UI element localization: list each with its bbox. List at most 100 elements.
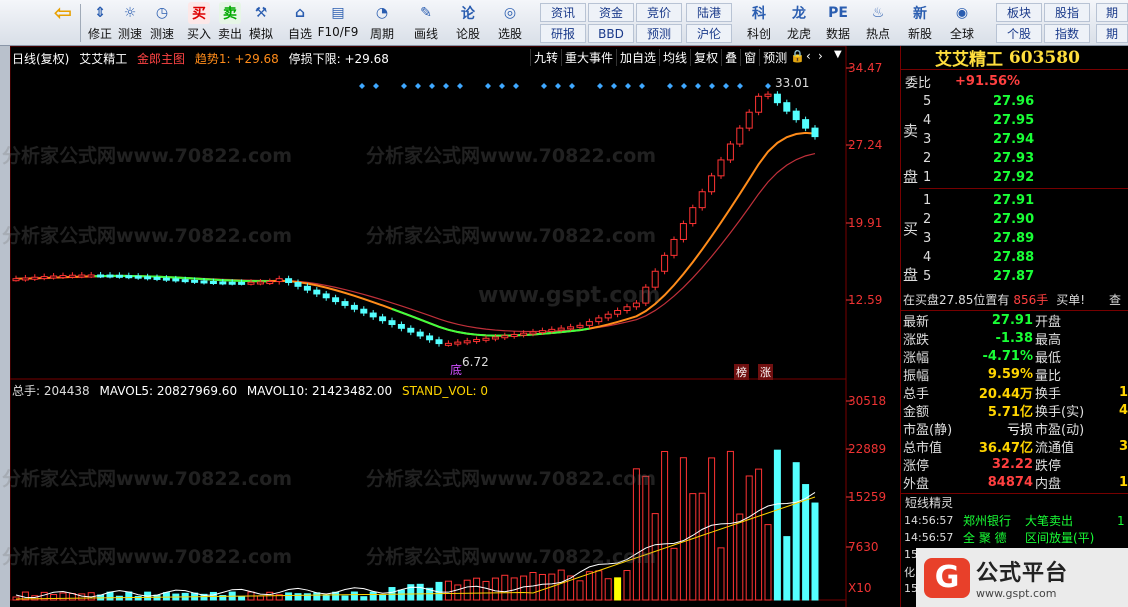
toolbar-button-4[interactable]: 卖卖出: [214, 2, 246, 44]
period-label[interactable]: 日线(复权): [12, 52, 69, 66]
candle-body: [144, 276, 152, 280]
toolbar-button-13[interactable]: 龙龙虎: [783, 2, 815, 44]
query-link[interactable]: 查: [1109, 291, 1121, 308]
chart-tool-button[interactable]: 预测: [759, 49, 790, 66]
toolbar-button-5[interactable]: ⚒ 模拟: [245, 2, 277, 44]
discuss-icon: 论: [461, 6, 475, 22]
ask-price: 27.95: [993, 113, 1035, 128]
toolbar-button-16[interactable]: 新新股: [904, 2, 936, 44]
signal-diamond: [695, 83, 701, 89]
sprite-title[interactable]: 短线精灵: [905, 494, 953, 511]
candle-body: [632, 302, 640, 308]
market-link-button[interactable]: 期: [1096, 3, 1128, 22]
ranking-tag[interactable]: 榜: [734, 364, 749, 380]
candle-body: [426, 335, 434, 341]
sprite-stock[interactable]: 郑州银行: [963, 512, 1011, 529]
candle-body: [21, 277, 29, 281]
chart-tool-button[interactable]: 窗: [740, 49, 759, 66]
toolbar-button-label: 全球: [949, 27, 974, 41]
toolbar-button-12[interactable]: 科科创: [743, 2, 775, 44]
quick-link-button[interactable]: 竞价: [636, 3, 682, 22]
toolbar-button-11[interactable]: ◎ 选股: [494, 2, 526, 44]
main-formula-name[interactable]: 金郎主图: [137, 52, 185, 66]
candle-body: [548, 328, 556, 332]
quick-link-button[interactable]: 预测: [636, 24, 682, 43]
buy-position-text: 在买盘27.85位置有: [903, 293, 1010, 307]
chart-tool-button[interactable]: 均线: [659, 49, 690, 66]
market-link-button[interactable]: 个股: [996, 24, 1042, 43]
back-button[interactable]: ⇦: [50, 0, 76, 44]
quick-link-button[interactable]: 沪伦: [686, 24, 732, 43]
candle-body: [200, 280, 208, 284]
stat-value: 亏损: [1006, 423, 1033, 438]
buy-icon: 买: [188, 2, 210, 24]
chart-tool-button[interactable]: 加自选: [616, 49, 659, 66]
candle-body: [369, 312, 377, 318]
market-link-button[interactable]: 板块: [996, 3, 1042, 22]
back-arrow-icon: ⇦: [53, 0, 73, 26]
toolbar-button-15[interactable]: ♨ 热点: [862, 2, 894, 44]
volume-bar: [473, 577, 481, 601]
stat-label-2: 跌停: [1035, 459, 1062, 474]
stat-label-2: 流通值: [1035, 441, 1075, 456]
toolbar-button-8[interactable]: ◔ 周期: [366, 2, 398, 44]
toolbar-button-6[interactable]: ⌂ 自选: [284, 2, 316, 44]
new-stock-icon: 新: [913, 6, 927, 22]
toolbar-button-2[interactable]: ◷ 测速: [146, 2, 178, 44]
toolbar-button-label: 龙虎: [786, 27, 811, 41]
volume-bar: [755, 468, 763, 601]
signal-diamond: [541, 83, 547, 89]
home-icon: ⌂: [294, 5, 306, 21]
toolbar-button-9[interactable]: ✎ 画线: [410, 2, 442, 44]
market-link-button[interactable]: 股指: [1044, 3, 1090, 22]
chevron-left-icon[interactable]: ‹: [806, 49, 811, 63]
toolbar-button-3[interactable]: 买买入: [183, 2, 215, 44]
kline-chart-svg: [10, 46, 852, 607]
chart-tool-button[interactable]: 叠: [721, 49, 740, 66]
mavol5-line: [15, 492, 816, 598]
ask-row: 5 27.96: [901, 92, 1128, 111]
chevron-right-icon[interactable]: ›: [818, 49, 823, 63]
chart-mini-toolbar: 九转 重大事件 加自选 均线 复权叠窗预测: [530, 49, 790, 66]
toolbar-button-7[interactable]: ▤ F10/F9: [318, 2, 359, 44]
signal-diamond: [709, 83, 715, 89]
limit-up-tag[interactable]: 涨: [758, 364, 773, 380]
candle-body: [792, 110, 800, 121]
toolbar-button-10[interactable]: 论论股: [452, 2, 484, 44]
quick-link-button[interactable]: 资讯: [540, 3, 586, 22]
lock-icon[interactable]: 🔒: [790, 49, 805, 63]
chart-tool-button[interactable]: 复权: [690, 49, 721, 66]
chevron-down-icon[interactable]: ▼: [834, 49, 842, 60]
stat-value: 5.71亿: [987, 405, 1033, 420]
stat-label: 金额: [903, 405, 930, 420]
market-link-button[interactable]: 期: [1096, 24, 1128, 43]
candle-body: [397, 323, 405, 329]
volume-bar: [557, 569, 565, 601]
sell-icon: 卖: [219, 2, 241, 24]
toolbar-button-14[interactable]: PE 数据: [822, 2, 854, 44]
market-link-button[interactable]: 指数: [1044, 24, 1090, 43]
signal-diamond: [569, 83, 575, 89]
candle-body: [50, 275, 58, 279]
candle-body: [360, 308, 368, 314]
toolbar-button-0[interactable]: ⇕ 修正: [84, 2, 116, 44]
kline-chart-area[interactable]: 日线(复权) 艾艾精工 金郎主图 趋势1: +29.68 停损下限: +29.6…: [2, 46, 900, 607]
buy-position-tail: 买单!: [1056, 293, 1086, 307]
toolbar-button-label: 选股: [497, 27, 522, 41]
candle-body: [209, 280, 217, 284]
chart-tool-button[interactable]: 重大事件: [561, 49, 616, 66]
toolbar-button-17[interactable]: ◉ 全球: [946, 2, 978, 44]
quick-link-button[interactable]: 资金: [588, 3, 634, 22]
trend-line-fast: [15, 131, 816, 337]
sprite-stock[interactable]: 全 聚 德: [963, 529, 1007, 546]
quick-link-button[interactable]: 研报: [540, 24, 586, 43]
quick-link-button[interactable]: BBD: [588, 24, 634, 43]
candle-body: [285, 278, 293, 284]
pe-icon: PE: [828, 5, 848, 21]
chart-tool-button[interactable]: 九转: [530, 49, 561, 66]
mavol10-line: [15, 496, 816, 600]
toolbar-button-1[interactable]: ☼ 测速: [114, 2, 146, 44]
sprite-event: 大笔卖出: [1025, 514, 1074, 528]
trend-value: 趋势1: +29.68: [194, 52, 279, 66]
quick-link-button[interactable]: 陆港: [686, 3, 732, 22]
